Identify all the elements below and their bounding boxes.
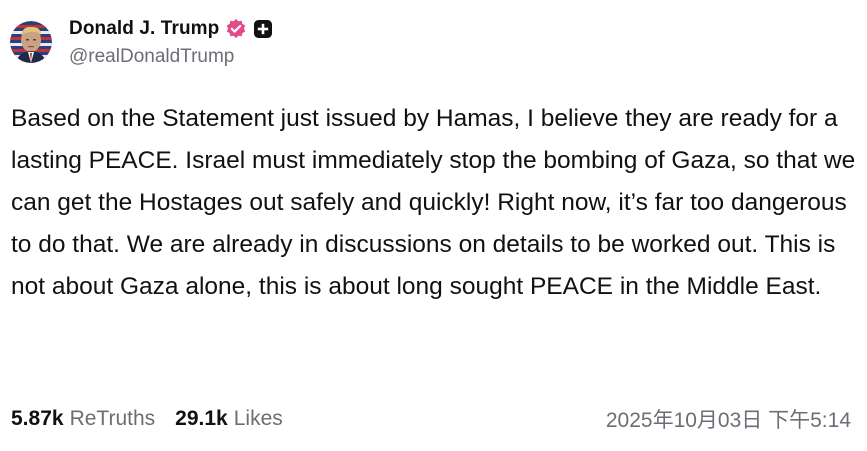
retruths-count: 5.87k bbox=[11, 407, 64, 430]
author-names: Donald J. Trump @realDonaldTrump bbox=[69, 16, 273, 68]
likes-stat[interactable]: 29.1k Likes bbox=[175, 407, 283, 431]
author-display-name[interactable]: Donald J. Trump bbox=[69, 18, 219, 40]
likes-count: 29.1k bbox=[175, 407, 228, 430]
retruths-stat[interactable]: 5.87k ReTruths bbox=[11, 407, 155, 431]
post-timestamp[interactable]: 2025年10月03日 下午5:14 bbox=[606, 404, 851, 434]
post-text: Based on the Statement just issued by Ha… bbox=[11, 105, 856, 300]
author-handle[interactable]: @realDonaldTrump bbox=[69, 46, 273, 68]
post-footer: 5.87k ReTruths 29.1k Likes 2025年10月03日 下… bbox=[11, 402, 851, 436]
likes-label: Likes bbox=[233, 407, 283, 430]
author-name-row: Donald J. Trump bbox=[69, 16, 273, 42]
avatar[interactable] bbox=[10, 21, 52, 63]
retruths-label: ReTruths bbox=[69, 407, 156, 430]
plus-badge-icon bbox=[253, 19, 273, 39]
post-card: Donald J. Trump @realDonaldTrump Based o… bbox=[0, 0, 867, 451]
verified-badge-icon bbox=[225, 18, 247, 40]
post-header: Donald J. Trump @realDonaldTrump bbox=[10, 14, 273, 70]
avatar-portrait-icon bbox=[10, 21, 52, 63]
